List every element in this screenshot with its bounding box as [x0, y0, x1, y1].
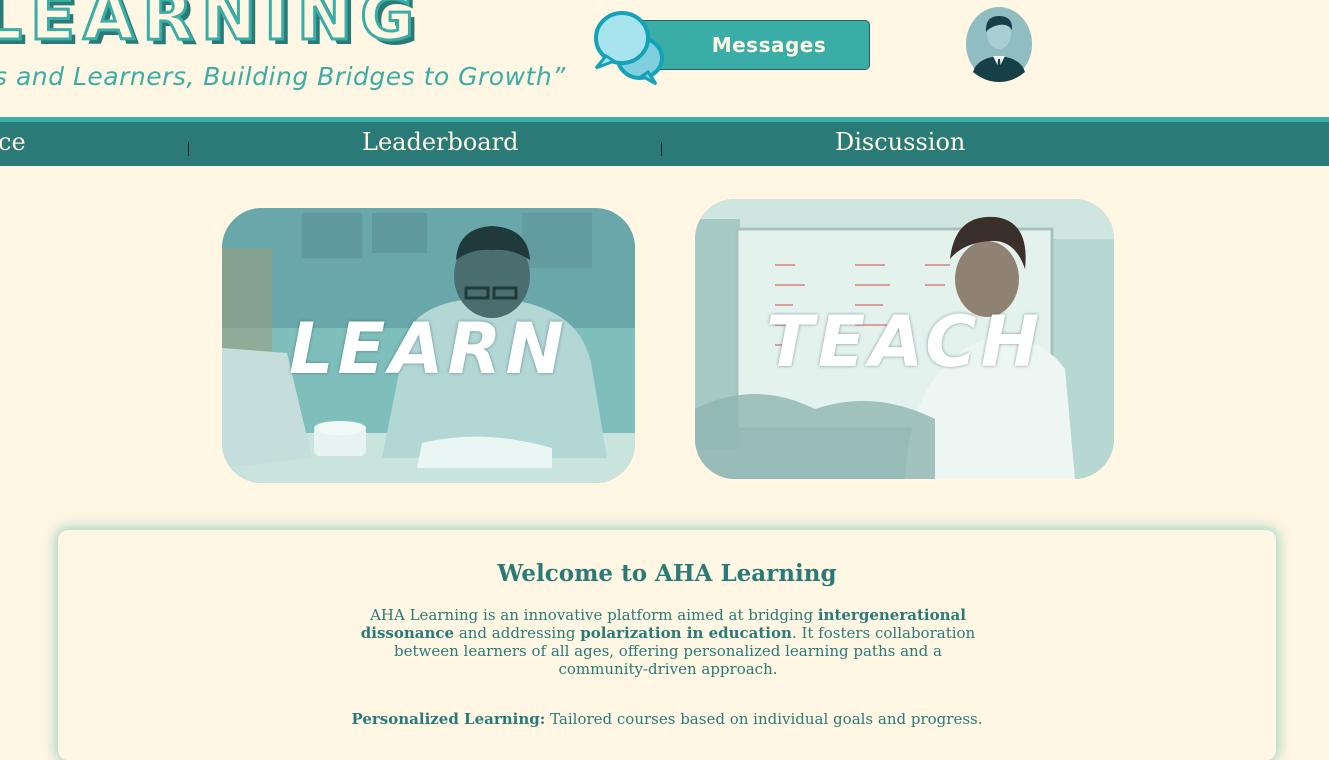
teach-label: TEACH: [765, 301, 1044, 383]
messages-button[interactable]: Messages: [638, 20, 870, 70]
learn-card[interactable]: LEARN: [222, 208, 635, 483]
welcome-title: Welcome to AHA Learning: [497, 560, 837, 587]
intro-bold-2: polarization in education: [580, 624, 792, 642]
feature-title: Personalized Learning:: [351, 710, 546, 728]
intro-text-1: AHA Learning is an innovative platform a…: [370, 606, 818, 624]
feature-text: Tailored courses based on individual goa…: [545, 710, 983, 728]
user-avatar-icon[interactable]: [965, 6, 1033, 82]
nav-item-discussion[interactable]: Discussion: [835, 128, 965, 156]
nav-divider: [188, 142, 189, 156]
brand-logo[interactable]: LEARNING: [0, 0, 422, 57]
messages-widget[interactable]: Messages: [592, 6, 874, 86]
main-nav: ce Leaderboard Discussion: [0, 122, 1329, 166]
feature-personalized-learning: Personalized Learning: Tailored courses …: [58, 710, 1276, 728]
intro-text-2: and addressing: [454, 624, 581, 642]
teach-card[interactable]: TEACH: [695, 199, 1114, 479]
welcome-intro: AHA Learning is an innovative platform a…: [348, 606, 988, 678]
tagline: s and Learners, Building Bridges to Grow…: [0, 62, 566, 91]
nav-item-resource[interactable]: ce: [0, 128, 26, 156]
chat-bubbles-icon[interactable]: [592, 6, 672, 86]
learn-label: LEARN: [288, 308, 569, 390]
welcome-panel: Welcome to AHA Learning AHA Learning is …: [58, 530, 1276, 760]
nav-divider: [661, 142, 662, 156]
nav-item-leaderboard[interactable]: Leaderboard: [362, 128, 518, 156]
